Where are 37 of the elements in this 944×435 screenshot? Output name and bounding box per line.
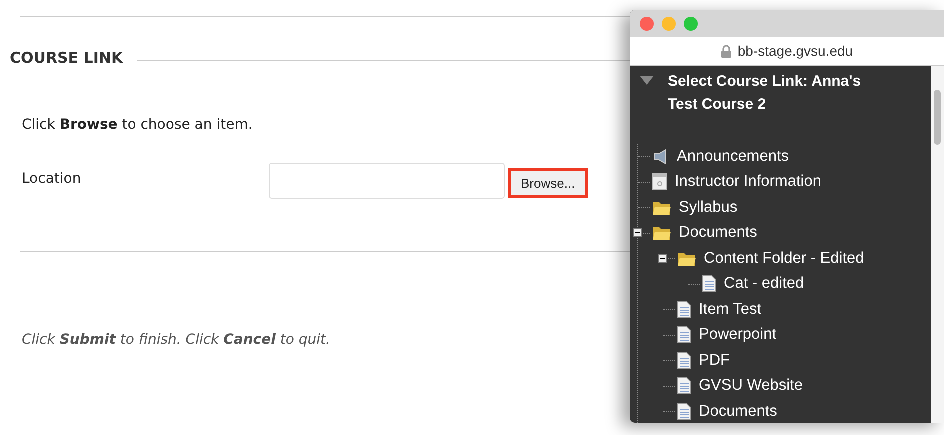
tree-item[interactable]: Cat - edited [724,275,804,294]
footer-text: Click Submit to finish. Click Cancel to quit. [22,332,330,348]
folder-icon [652,225,672,242]
location-label: Location [22,171,82,187]
tree-item[interactable]: GVSU Website [699,377,803,396]
scrollbar-thumb[interactable] [934,90,941,145]
tree-item[interactable]: Instructor Information [675,173,822,192]
tree-item[interactable]: Syllabus [679,198,738,217]
collapse-triangle-icon[interactable] [640,76,654,85]
info-card-icon [652,173,668,192]
folder-icon [652,200,672,216]
tree-item[interactable]: PDF [699,352,730,370]
expander-box[interactable] [658,254,667,263]
location-field[interactable] [269,163,505,199]
folder-icon [677,250,697,267]
lock-icon [720,44,732,58]
close-button[interactable] [640,16,654,30]
tree-item[interactable]: Content Folder - Edited [704,250,864,268]
document-icon [677,402,692,421]
browse-button[interactable]: Browse... [508,168,588,198]
minimize-button[interactable] [662,16,676,30]
document-icon [677,377,692,396]
document-icon [677,352,692,370]
maximize-button[interactable] [684,16,698,30]
section-title: COURSE LINK [10,49,124,67]
document-icon [677,326,692,344]
tree-item[interactable]: Item Test [699,300,762,319]
document-icon [677,300,692,319]
tree-item[interactable]: Documents [699,402,778,421]
tree-title: Select Course Link: Anna's Test Course 2 [668,72,862,115]
document-icon [702,275,717,294]
url-text: bb-stage.gvsu.edu [738,43,854,59]
tree-item[interactable]: Powerpoint [699,326,777,344]
tree-item[interactable]: Documents [679,224,758,242]
tree-item[interactable]: Announcements [677,148,790,166]
instruction-text: Click Browse to choose an item. [22,117,253,133]
expander-box[interactable] [633,228,642,238]
